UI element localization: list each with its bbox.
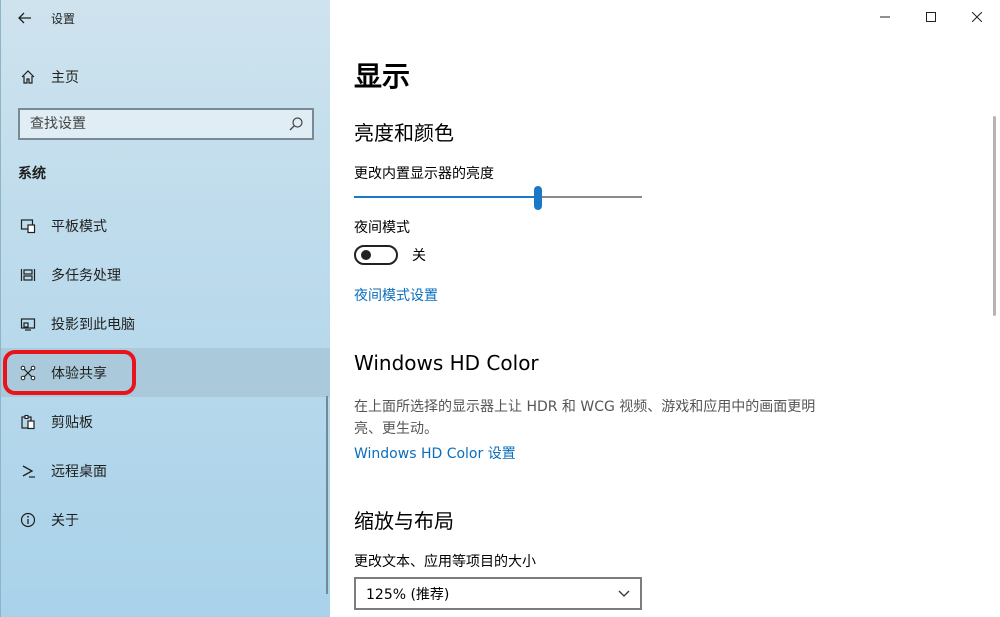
sidebar-item-label: 体验共享: [51, 365, 107, 382]
sidebar-item-label: 剪贴板: [51, 414, 93, 431]
brightness-label: 更改内置显示器的亮度: [354, 166, 494, 182]
shared-experiences-icon: [19, 364, 37, 382]
info-icon: [19, 511, 37, 529]
section-title-scale-layout: 缩放与布局: [354, 509, 454, 533]
main-panel: 显示 亮度和颜色 更改内置显示器的亮度 夜间模式 关 夜间模式设置 Window…: [330, 0, 1000, 617]
back-button[interactable]: [1, 0, 49, 36]
hd-color-description: 在上面所选择的显示器上让 HDR 和 WCG 视频、游戏和应用中的画面更明亮、更…: [354, 399, 816, 437]
brightness-slider[interactable]: [354, 186, 642, 210]
sidebar: 设置 主页 系统 平板模式 多任务处理 投影到此电脑: [0, 0, 331, 617]
chevron-down-icon: [618, 590, 630, 597]
app-title: 设置: [51, 11, 76, 26]
night-light-toggle-row: 关: [354, 245, 426, 265]
sidebar-item-project-to-pc[interactable]: 投影到此电脑: [1, 299, 331, 348]
sidebar-item-remote-desktop[interactable]: 远程桌面: [1, 446, 331, 495]
maximize-icon: [926, 12, 936, 22]
minimize-icon: [880, 16, 890, 18]
titlebar-left: 设置: [1, 0, 331, 36]
toggle-state-label: 关: [412, 248, 426, 264]
sidebar-scrollbar[interactable]: [326, 396, 328, 594]
minimize-button[interactable]: [862, 0, 908, 34]
section-title-brightness: 亮度和颜色: [354, 121, 454, 145]
sidebar-item-label: 远程桌面: [51, 463, 107, 480]
scale-dropdown-value: 125% (推荐): [366, 586, 450, 603]
slider-thumb[interactable]: [534, 186, 542, 210]
sidebar-nav-list: 平板模式 多任务处理 投影到此电脑 体验共享 剪贴板 远程桌面 关于: [1, 201, 331, 544]
page-title: 显示: [354, 60, 411, 93]
toggle-knob: [361, 250, 371, 260]
tablet-mode-icon: [19, 217, 37, 235]
arrow-left-icon: [18, 12, 31, 24]
close-icon: [972, 12, 982, 22]
scale-dropdown[interactable]: 125% (推荐): [354, 577, 642, 610]
section-title-hd-color: Windows HD Color: [354, 351, 539, 375]
search-input[interactable]: [30, 116, 270, 132]
project-to-pc-icon: [19, 315, 37, 333]
night-light-toggle[interactable]: [354, 245, 398, 265]
sidebar-item-label: 关于: [51, 512, 79, 529]
scale-label: 更改文本、应用等项目的大小: [354, 554, 536, 570]
sidebar-item-shared-experiences[interactable]: 体验共享: [1, 348, 331, 397]
hd-color-settings-link[interactable]: Windows HD Color 设置: [354, 443, 516, 463]
multitasking-icon: [19, 266, 37, 284]
night-light-settings-link[interactable]: 夜间模式设置: [354, 285, 438, 305]
sidebar-item-clipboard[interactable]: 剪贴板: [1, 397, 331, 446]
sidebar-item-label: 多任务处理: [51, 267, 121, 284]
group-title: 系统: [18, 166, 46, 182]
sidebar-item-multitasking[interactable]: 多任务处理: [1, 250, 331, 299]
search-box: [18, 108, 314, 140]
sidebar-item-tablet-mode[interactable]: 平板模式: [1, 201, 331, 250]
window-controls: [862, 0, 1000, 36]
sidebar-item-home[interactable]: 主页: [1, 60, 331, 94]
search-icon[interactable]: [288, 116, 304, 132]
main-scrollbar[interactable]: [993, 116, 996, 316]
close-button[interactable]: [954, 0, 1000, 34]
sidebar-item-about[interactable]: 关于: [1, 495, 331, 544]
remote-desktop-icon: [19, 462, 37, 480]
sidebar-item-label: 投影到此电脑: [51, 316, 135, 333]
sidebar-item-label: 主页: [51, 70, 79, 86]
maximize-button[interactable]: [908, 0, 954, 34]
home-icon: [19, 68, 37, 86]
clipboard-icon: [19, 413, 37, 431]
sidebar-item-label: 平板模式: [51, 218, 107, 235]
night-light-label: 夜间模式: [354, 220, 410, 236]
slider-fill: [354, 196, 538, 198]
